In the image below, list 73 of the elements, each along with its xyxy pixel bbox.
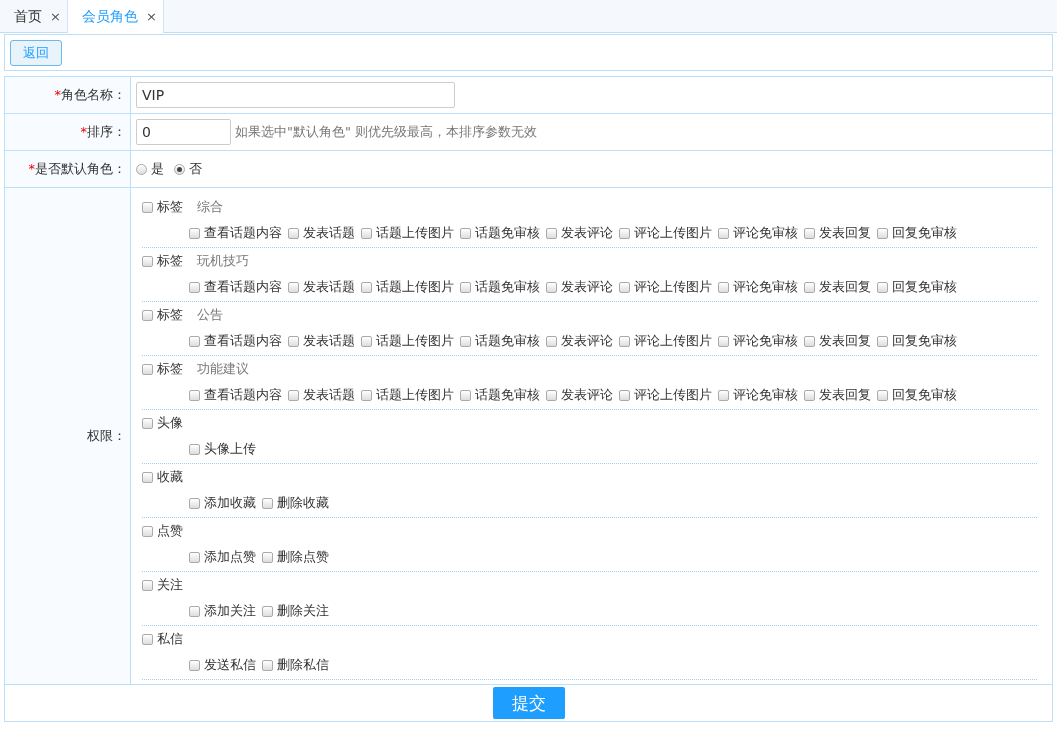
checkbox[interactable]: 话题上传图片 bbox=[361, 278, 454, 296]
checkbox[interactable]: 评论免审核 bbox=[718, 386, 798, 404]
checkbox[interactable]: 话题免审核 bbox=[460, 278, 540, 296]
checkbox[interactable]: 发表话题 bbox=[288, 278, 355, 296]
checkbox[interactable]: 发送私信 bbox=[189, 656, 256, 674]
tab-label: 会员角色 bbox=[81, 7, 138, 26]
checkbox[interactable]: 发表话题 bbox=[288, 386, 355, 404]
field-label: *角色名称： bbox=[54, 86, 126, 104]
checkbox[interactable]: 查看话题内容 bbox=[189, 386, 282, 404]
checkbox[interactable]: 查看话题内容 bbox=[189, 224, 282, 242]
checkbox[interactable]: 发表话题 bbox=[288, 332, 355, 350]
checkbox[interactable]: 发表评论 bbox=[546, 224, 613, 242]
checkbox[interactable]: 话题上传图片 bbox=[361, 386, 454, 404]
checkbox[interactable]: 话题免审核 bbox=[460, 332, 540, 350]
checkbox[interactable]: 头像上传 bbox=[189, 440, 256, 458]
checkbox[interactable]: 回复免审核 bbox=[877, 332, 957, 350]
checkbox[interactable]: 评论上传图片 bbox=[619, 224, 712, 242]
checkbox[interactable]: 话题上传图片 bbox=[361, 224, 454, 242]
checkbox[interactable]: 头像 bbox=[142, 414, 183, 432]
checkbox[interactable]: 评论上传图片 bbox=[619, 386, 712, 404]
checkbox[interactable]: 关注 bbox=[142, 576, 183, 594]
radio-option[interactable]: 是 bbox=[136, 160, 164, 178]
checkbox[interactable]: 发表回复 bbox=[804, 386, 871, 404]
checkbox[interactable]: 标签 bbox=[142, 306, 183, 324]
checkbox[interactable]: 评论免审核 bbox=[718, 278, 798, 296]
checkbox[interactable]: 话题免审核 bbox=[460, 386, 540, 404]
checkbox[interactable]: 发表话题 bbox=[288, 224, 355, 242]
text-input[interactable]: VIP bbox=[136, 82, 455, 108]
close-icon[interactable]: × bbox=[145, 9, 157, 24]
checkbox[interactable]: 话题上传图片 bbox=[361, 332, 454, 350]
tag-name: 玩机技巧 bbox=[197, 252, 249, 270]
tab-label: 首页 bbox=[14, 7, 42, 26]
checkbox[interactable]: 添加点赞 bbox=[189, 548, 256, 566]
checkbox[interactable]: 评论免审核 bbox=[718, 224, 798, 242]
checkbox[interactable]: 回复免审核 bbox=[877, 224, 957, 242]
checkbox[interactable]: 回复免审核 bbox=[877, 386, 957, 404]
tag-name: 功能建议 bbox=[197, 360, 249, 378]
close-icon[interactable]: × bbox=[50, 9, 61, 24]
checkbox[interactable]: 删除收藏 bbox=[262, 494, 329, 512]
checkbox[interactable]: 查看话题内容 bbox=[189, 332, 282, 350]
checkbox[interactable]: 话题免审核 bbox=[460, 224, 540, 242]
checkbox[interactable]: 删除关注 bbox=[262, 602, 329, 620]
checkbox[interactable]: 回复免审核 bbox=[877, 278, 957, 296]
tab[interactable]: 会员角色 × bbox=[67, 0, 164, 33]
checkbox[interactable]: 收藏 bbox=[142, 468, 183, 486]
checkbox[interactable]: 评论免审核 bbox=[718, 332, 798, 350]
checkbox[interactable]: 评论上传图片 bbox=[619, 278, 712, 296]
checkbox[interactable]: 添加收藏 bbox=[189, 494, 256, 512]
checkbox[interactable]: 发表回复 bbox=[804, 332, 871, 350]
checkbox[interactable]: 标签 bbox=[142, 360, 183, 378]
checkbox[interactable]: 发表评论 bbox=[546, 278, 613, 296]
checkbox[interactable]: 发表回复 bbox=[804, 224, 871, 242]
checkbox[interactable]: 删除私信 bbox=[262, 656, 329, 674]
checkbox[interactable]: 删除点赞 bbox=[262, 548, 329, 566]
hint-text: 如果选中"默认角色" 则优先级最高，本排序参数无效 bbox=[235, 123, 538, 141]
field-label: 权限： bbox=[87, 427, 126, 445]
checkbox[interactable]: 评论上传图片 bbox=[619, 332, 712, 350]
tab[interactable]: 首页 × bbox=[0, 0, 68, 33]
checkbox[interactable]: 点赞 bbox=[142, 522, 183, 540]
field-label: *是否默认角色： bbox=[28, 160, 126, 178]
checkbox[interactable]: 查看话题内容 bbox=[189, 278, 282, 296]
field-label: *排序： bbox=[80, 123, 126, 141]
checkbox[interactable]: 私信 bbox=[142, 630, 183, 648]
checkbox[interactable]: 发表评论 bbox=[546, 332, 613, 350]
radio-option[interactable]: 否 bbox=[174, 160, 202, 178]
checkbox[interactable]: 标签 bbox=[142, 198, 183, 216]
checkbox[interactable]: 发表回复 bbox=[804, 278, 871, 296]
checkbox[interactable]: 标签 bbox=[142, 252, 183, 270]
tag-name: 综合 bbox=[197, 198, 223, 216]
checkbox[interactable]: 添加关注 bbox=[189, 602, 256, 620]
tag-name: 公告 bbox=[197, 306, 223, 324]
checkbox[interactable]: 发表评论 bbox=[546, 386, 613, 404]
text-input[interactable]: 0 bbox=[136, 119, 231, 145]
